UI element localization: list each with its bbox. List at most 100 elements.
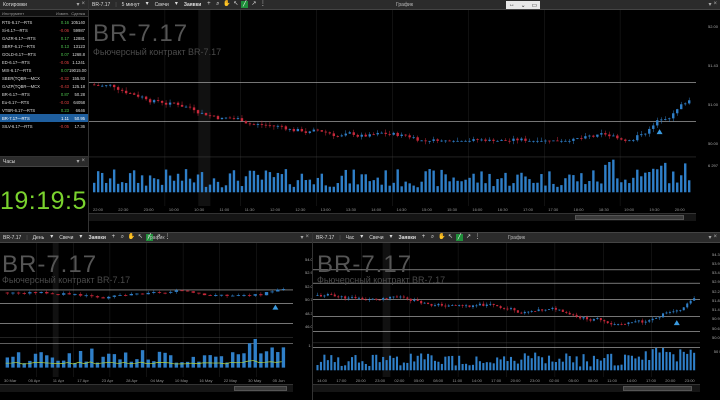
chart-style-select[interactable]: Свечи [366, 235, 386, 241]
volume-bar [376, 177, 379, 193]
hand-icon[interactable]: ✋ [438, 234, 445, 241]
zoom-icon[interactable]: ⌕ [119, 234, 126, 241]
close-icon[interactable]: × [81, 1, 85, 8]
pin-icon[interactable]: ▾ [76, 158, 79, 165]
volume-bar [504, 172, 507, 193]
scroll-thumb[interactable] [234, 386, 288, 391]
x-tick-label: 30 May [248, 378, 262, 383]
chart-panel-hour[interactable]: BR-7.17 | Час ▾ Свечи ▾ Заявки + ⌕ ✋ ↖ ╱ ↗ ⋮ График ▾ × B… [313, 232, 720, 400]
close-icon[interactable]: × [713, 234, 717, 241]
volume-bar [272, 177, 276, 193]
chevron-down-icon[interactable]: ▾ [144, 1, 151, 8]
crosshair-icon[interactable]: + [205, 1, 212, 8]
maximize-icon[interactable]: ▭ [531, 2, 537, 9]
settings-icon[interactable]: ⋮ [474, 234, 481, 241]
volume-bar [196, 174, 200, 193]
table-row[interactable]: BR-6.17—RTS 0.87 50.28 [0, 90, 88, 98]
x-axis: 30 Mar 05 Apr 11 Apr 17 Apr 23 Apr 28 Apr 04 M… [0, 377, 293, 384]
table-row[interactable]: VTBR-6.17—RTS 0.23 6646 [0, 106, 88, 114]
table-row[interactable]: MIX-6.17—RTS 0.07 19015.00 [0, 66, 88, 74]
resize-icon[interactable]: ↔ [509, 2, 515, 8]
close-icon[interactable]: × [305, 234, 309, 241]
interval-select[interactable]: День [30, 235, 48, 241]
cursor-icon[interactable]: ↖ [447, 234, 454, 241]
trend-line-icon[interactable]: ╱ [456, 234, 463, 241]
candle-body [300, 128, 304, 132]
draw-icon[interactable]: ↗ [250, 1, 257, 8]
table-row[interactable]: BR-7.17—RTS 1.11 50.95 [0, 114, 88, 122]
table-row[interactable]: SBER(TQBR—MCX -0.32 155.93 [0, 74, 88, 82]
interval-select[interactable]: 5 минут [119, 2, 143, 8]
table-row[interactable]: GOLD-6.17—RTS 0.07 1268.8 [0, 50, 88, 58]
table-row[interactable]: Eu-6.17—RTS -0.03 64058 [0, 98, 88, 106]
column-header-instrument[interactable]: Инструмент [0, 11, 54, 16]
pin-icon[interactable]: ▾ [300, 234, 303, 241]
chevron-down-icon[interactable]: ▾ [77, 234, 84, 241]
close-icon[interactable]: × [713, 1, 717, 8]
candle-body [382, 298, 385, 300]
x-tick-label: 22:00 [93, 207, 104, 212]
volume-bar [395, 356, 399, 371]
chart-style-select[interactable]: Свечи [56, 235, 76, 241]
cursor-icon[interactable]: ↖ [137, 234, 144, 241]
zoom-icon[interactable]: ⌕ [429, 234, 436, 241]
table-row[interactable]: SBRF-6.17—RTS 0.13 13123 [0, 42, 88, 50]
pin-icon[interactable]: ▾ [76, 1, 79, 8]
instrument-price: 64058 [73, 99, 85, 105]
y-tick-label: 52.00 [304, 283, 313, 289]
close-icon[interactable]: × [81, 158, 85, 165]
candle-body [244, 121, 248, 124]
orders-button[interactable]: Заявки [396, 235, 419, 241]
column-header-price[interactable]: Сделка [69, 11, 87, 16]
orders-button[interactable]: Заявки [85, 235, 108, 241]
x-tick-label: 11:00 [452, 378, 463, 383]
instrument-tab[interactable]: BR-7.17 [89, 2, 113, 8]
hand-icon[interactable]: ✋ [128, 234, 135, 241]
hand-icon[interactable]: ✋ [223, 1, 230, 8]
y-tick-label: 54.00 [304, 257, 313, 263]
instrument-tab[interactable]: BR-7.17 [0, 235, 24, 241]
table-row[interactable]: RTS-6.17—RTS 0.16 105140 [0, 18, 88, 26]
volume-bar [596, 359, 599, 371]
candle-body [658, 317, 661, 319]
chart-scrollbar[interactable] [89, 213, 696, 221]
table-row[interactable]: GAZR-6.17—RTS 0.17 12881 [0, 34, 88, 42]
table-row[interactable]: ED-6.17—RTS -0.05 1.1241 [0, 58, 88, 66]
settings-icon[interactable]: ⋮ [164, 234, 171, 241]
chevron-down-icon[interactable]: ⌄ [521, 2, 526, 9]
chevron-down-icon[interactable]: ▾ [173, 1, 180, 8]
scroll-thumb[interactable] [574, 215, 684, 220]
cursor-icon[interactable]: ↖ [232, 1, 239, 8]
orders-button[interactable]: Заявки [181, 2, 204, 8]
trend-line-icon[interactable]: ╱ [241, 1, 249, 8]
chart-scrollbar[interactable] [0, 384, 293, 392]
table-row[interactable]: SILV-6.17—RTS -0.05 17.36 [0, 122, 88, 130]
chart-panel-5min[interactable]: BR-7.17 | 5 минут ▾ Свечи ▾ Заявки + ⌕ ✋ ↖ ╱ ↗ ⋮ Графи… [89, 0, 720, 232]
volume-bar [608, 162, 611, 193]
candle-body [616, 135, 619, 139]
table-row[interactable]: GAZP(TQBR—MCX -0.43 125.18 [0, 82, 88, 90]
crosshair-icon[interactable]: + [420, 234, 427, 241]
table-row[interactable]: Si-6.17—RTS -0.06 59987 [0, 26, 88, 34]
chevron-down-icon[interactable]: ▾ [388, 234, 395, 241]
crosshair-icon[interactable]: + [110, 234, 117, 241]
volume-bar [336, 183, 339, 193]
volume-bar [440, 169, 443, 193]
pin-icon[interactable]: ▾ [708, 234, 711, 241]
instrument-tab[interactable]: BR-7.17 [313, 235, 337, 241]
chevron-down-icon[interactable]: ▾ [48, 234, 55, 241]
scroll-thumb[interactable] [622, 386, 693, 391]
chart-style-select[interactable]: Свечи [152, 2, 172, 8]
instrument-change: -0.43 [59, 83, 69, 89]
interval-select[interactable]: Час [343, 235, 358, 241]
chart-scrollbar[interactable] [313, 384, 700, 392]
zoom-icon[interactable]: ⌕ [214, 1, 221, 8]
column-header-change[interactable]: Измен. [54, 11, 69, 16]
volume-bar [236, 354, 241, 368]
candle-body [644, 321, 647, 323]
chart-panel-day[interactable]: BR-7.17 | День ▾ Свечи ▾ Заявки + ⌕ ✋ ↖ ╱ ↗ ⋮ График ▾ ×… [0, 232, 313, 400]
settings-icon[interactable]: ⋮ [259, 1, 266, 8]
pin-icon[interactable]: ▾ [708, 1, 711, 8]
draw-icon[interactable]: ↗ [465, 234, 472, 241]
chevron-down-icon[interactable]: ▾ [358, 234, 365, 241]
